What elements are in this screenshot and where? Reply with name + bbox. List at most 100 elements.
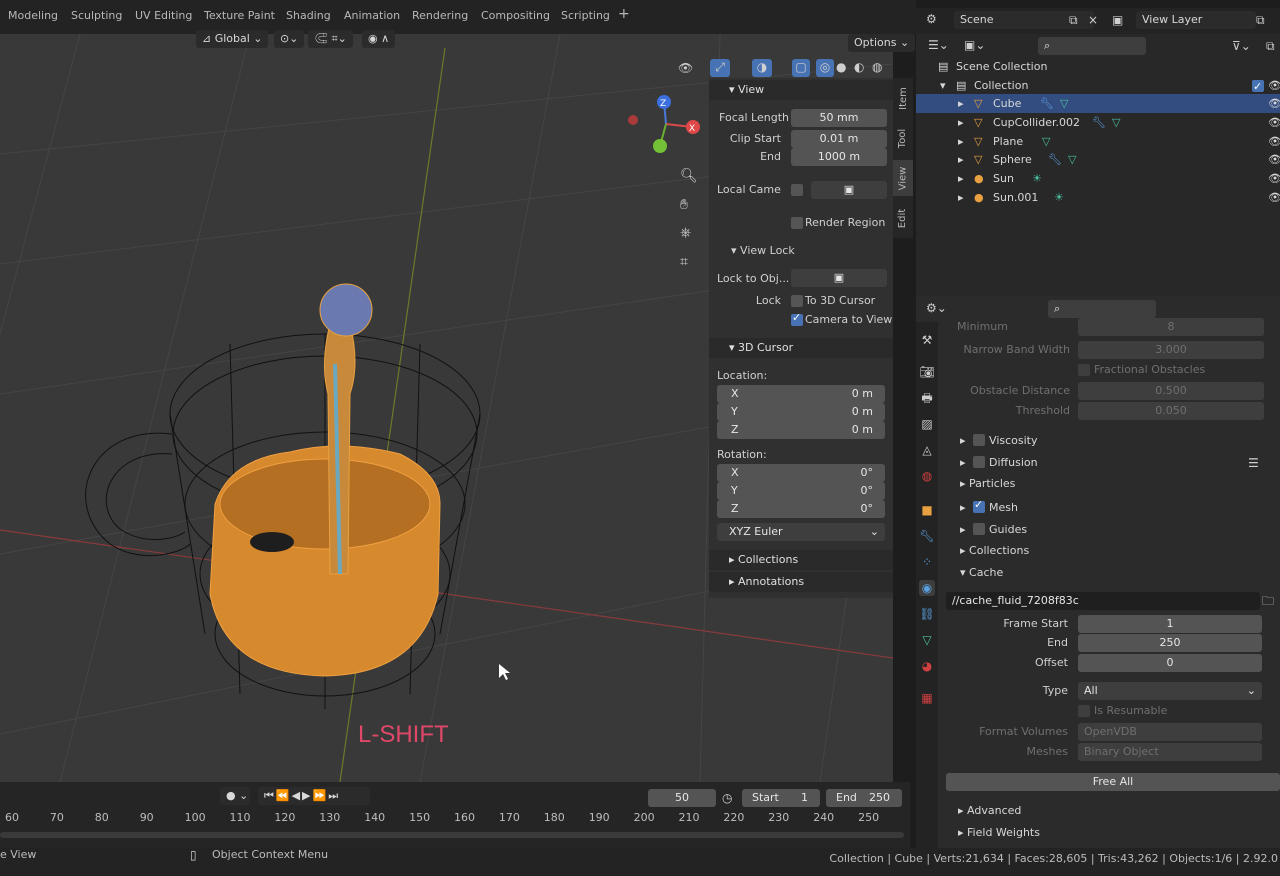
material-shading-icon[interactable]: ◐ bbox=[854, 59, 864, 75]
guides-checkbox[interactable] bbox=[973, 523, 986, 535]
tab-item[interactable]: Item bbox=[893, 80, 913, 116]
tab-view[interactable]: View bbox=[893, 160, 913, 196]
focal-length-field[interactable]: 50 mm bbox=[791, 109, 887, 127]
tab-edit[interactable]: Edit bbox=[893, 200, 913, 236]
outliner-search-input[interactable]: ⌕ bbox=[1038, 37, 1146, 55]
gizmo-toggle-icon[interactable]: ⤢ bbox=[710, 59, 730, 77]
eye-icon[interactable]: 👁︎ bbox=[1268, 94, 1280, 113]
new-view-layer-icon[interactable]: ⧉ bbox=[1256, 12, 1265, 28]
properties-editor-type-icon[interactable]: ⚙⌄ bbox=[926, 300, 947, 316]
view-layer-tab-icon[interactable]: ▨ bbox=[919, 416, 935, 432]
nav-gizmo[interactable]: Z X bbox=[628, 95, 700, 153]
texture-tab-icon[interactable]: ▦ bbox=[919, 690, 935, 706]
pan-hand-icon[interactable]: ✋︎ bbox=[680, 197, 688, 213]
filter-icon[interactable]: ⊽⌄ bbox=[1232, 38, 1251, 54]
format-volumes-dropdown[interactable]: OpenVDB bbox=[1078, 723, 1262, 741]
clock-icon[interactable]: ◷ bbox=[722, 790, 732, 806]
scene-tab-icon[interactable]: ◬ bbox=[919, 442, 935, 458]
field-weights-section[interactable]: ▸ Field Weights bbox=[958, 826, 1040, 839]
offset-field[interactable]: 0 bbox=[1078, 654, 1262, 672]
xray-icon[interactable]: ▢ bbox=[792, 59, 810, 77]
obstacle-distance-field[interactable]: 0.500 bbox=[1078, 382, 1264, 400]
outliner-item-cube[interactable]: ▸ ▽ Cube 🔧︎ ▽ 👁︎ bbox=[916, 94, 1280, 113]
collection-include-checkbox[interactable] bbox=[1252, 77, 1264, 96]
transform-orientation-dropdown[interactable]: ⊿ Global ⌄ bbox=[196, 30, 268, 48]
rendered-shading-icon[interactable]: ◍ bbox=[872, 59, 882, 75]
outliner-item-plane[interactable]: ▸ ▽ Plane ▽ 👁︎ bbox=[916, 132, 1280, 151]
view-layer-selector[interactable]: View Layer bbox=[1136, 11, 1256, 29]
tab-uv-editing[interactable]: UV Editing bbox=[135, 9, 192, 22]
cache-directory-field[interactable]: //cache_fluid_7208f83c bbox=[946, 592, 1260, 610]
wireframe-shading-icon[interactable]: ◎ bbox=[816, 59, 834, 77]
viscosity-checkbox[interactable] bbox=[973, 434, 986, 446]
view-panel-header[interactable]: ▾ View bbox=[709, 80, 893, 100]
tab-texture-paint[interactable]: Texture Paint bbox=[204, 9, 275, 22]
threshold-field[interactable]: 0.050 bbox=[1078, 402, 1264, 420]
pivot-icon[interactable]: ⊙⌄ bbox=[274, 30, 305, 48]
constraints-tab-icon[interactable]: ⛓︎ bbox=[919, 606, 935, 622]
3d-cursor-panel-header[interactable]: ▾ 3D Cursor bbox=[709, 338, 893, 358]
tab-animation[interactable]: Animation bbox=[344, 9, 400, 22]
overlay-toggle-icon[interactable]: ◑ bbox=[752, 59, 772, 77]
eye-icon[interactable]: 👁︎ bbox=[1268, 132, 1280, 151]
playback-controls[interactable]: ⏮⏪◀▶⏩⏭ bbox=[258, 787, 370, 805]
particles-section[interactable]: ▸ Particles bbox=[960, 477, 1015, 490]
lock-to-object-field[interactable]: ▣ bbox=[791, 269, 887, 287]
tab-shading[interactable]: Shading bbox=[286, 9, 331, 22]
ortho-grid-icon[interactable]: ⌗ bbox=[680, 254, 688, 270]
eye-icon[interactable]: 👁︎ bbox=[1268, 76, 1280, 95]
collection-row[interactable]: ▾ ▤ Collection 👁︎ bbox=[916, 76, 1280, 96]
eye-icon[interactable]: 👁︎ bbox=[1268, 150, 1280, 169]
frame-start-field[interactable]: 1 bbox=[1078, 615, 1262, 633]
render-region-checkbox[interactable] bbox=[791, 217, 803, 229]
cursor-rotation-x[interactable]: X 0° bbox=[717, 464, 885, 482]
free-all-button[interactable]: Free All bbox=[946, 773, 1280, 791]
scene-icon[interactable]: ⚙ bbox=[926, 11, 937, 27]
local-camera-checkbox[interactable] bbox=[791, 184, 803, 196]
cursor-location-y[interactable]: Y 0 m bbox=[717, 403, 885, 421]
viscosity-section[interactable]: ▸ Viscosity bbox=[960, 432, 1038, 447]
tool-tab-icon[interactable]: ⚒ bbox=[919, 332, 935, 348]
eye-icon[interactable]: 👁︎ bbox=[1268, 113, 1280, 132]
properties-search-input[interactable]: ⌕ bbox=[1048, 300, 1156, 318]
current-frame-field[interactable]: 50 bbox=[648, 789, 716, 807]
add-workspace-button[interactable]: + bbox=[618, 6, 630, 22]
display-mode-icon[interactable]: ▣⌄ bbox=[964, 37, 985, 53]
record-icon[interactable]: ● ⌄ bbox=[220, 787, 250, 805]
tab-scripting[interactable]: Scripting bbox=[561, 9, 610, 22]
object-tab-icon[interactable]: ■ bbox=[919, 502, 935, 518]
output-tab-icon[interactable]: 🖶︎ bbox=[919, 390, 935, 406]
meshes-format-dropdown[interactable]: Binary Object bbox=[1078, 743, 1262, 761]
tab-tool[interactable]: Tool bbox=[893, 120, 913, 156]
tab-modeling[interactable]: Modeling bbox=[8, 9, 58, 22]
start-frame-field[interactable]: Start 1 bbox=[742, 789, 820, 807]
narrow-band-width-field[interactable]: 3.000 bbox=[1078, 341, 1264, 359]
camera-view-icon[interactable]: ⎈ bbox=[680, 225, 691, 241]
end-frame-field[interactable]: End 250 bbox=[826, 789, 902, 807]
world-tab-icon[interactable]: ◍ bbox=[919, 468, 935, 484]
is-resumable-checkbox[interactable] bbox=[1078, 705, 1090, 717]
diffusion-checkbox[interactable] bbox=[973, 456, 986, 468]
fractional-obstacles-checkbox[interactable] bbox=[1078, 364, 1090, 376]
close-icon[interactable]: × bbox=[1088, 12, 1098, 28]
folder-icon[interactable]: 🗀︎ bbox=[1262, 593, 1274, 609]
new-collection-icon[interactable]: ⧉ bbox=[1266, 38, 1275, 54]
timeline[interactable]: ● ⌄ ⏮⏪◀▶⏩⏭ 50 ◷ Start 1 End 250 60 70 80 90 10… bbox=[0, 782, 910, 848]
tab-compositing[interactable]: Compositing bbox=[481, 9, 550, 22]
options-dropdown[interactable]: Options ⌄ bbox=[848, 34, 916, 52]
new-scene-icon[interactable]: ⧉ bbox=[1069, 12, 1078, 28]
guides-section[interactable]: ▸ Guides bbox=[960, 521, 1027, 536]
proportional-edit-icon[interactable]: ◉ ∧ bbox=[362, 30, 396, 48]
zoom-icon[interactable]: 🔍︎ bbox=[680, 168, 698, 184]
data-tab-icon[interactable]: ▽ bbox=[919, 632, 935, 648]
minimum-field[interactable]: 8 bbox=[1078, 318, 1264, 336]
particles-tab-icon[interactable]: ⁘ bbox=[919, 554, 935, 570]
eye-icon[interactable]: 👁︎ bbox=[1268, 188, 1280, 207]
collections-panel-header[interactable]: ▸ Collections bbox=[709, 550, 893, 570]
scene-collection-row[interactable]: ▤ Scene Collection bbox=[916, 57, 1280, 76]
cache-type-dropdown[interactable]: All ⌄ bbox=[1078, 682, 1262, 700]
view-layer-icon[interactable]: ▣ bbox=[1112, 12, 1123, 28]
advanced-section[interactable]: ▸ Advanced bbox=[958, 804, 1021, 817]
modifier-tab-icon[interactable]: 🔧︎ bbox=[919, 528, 935, 544]
tab-sculpting[interactable]: Sculpting bbox=[71, 9, 122, 22]
